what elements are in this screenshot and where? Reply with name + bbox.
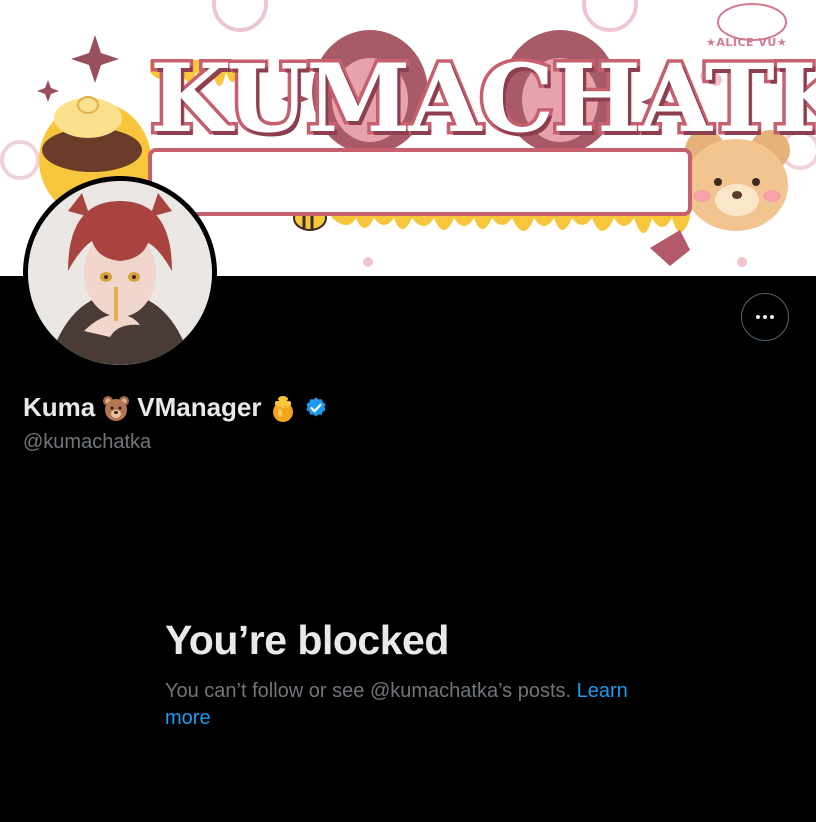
bear-face-icon — [103, 395, 130, 421]
display-name-part2: VManager — [137, 392, 262, 422]
display-name-part1: Kuma — [23, 392, 96, 422]
profile-handle: @kumachatka — [23, 431, 152, 453]
avatar-image — [28, 181, 212, 365]
banner-title: KUMACHATKA — [147, 44, 816, 154]
avatar[interactable] — [23, 176, 217, 370]
blocked-message-text: You can’t follow or see @kumachatka’s po… — [165, 680, 572, 702]
blocked-message: You can’t follow or see @kumachatka’s po… — [165, 678, 665, 732]
profile-display-name: Kuma VManager — [23, 392, 328, 423]
blocked-title: You’re blocked — [165, 617, 449, 663]
more-options-button[interactable] — [741, 293, 789, 341]
verified-badge-icon[interactable] — [304, 396, 328, 420]
honey-pot-icon — [272, 395, 293, 422]
banner-badge-text: ★ALICE VU★ — [706, 36, 788, 49]
more-options-icon — [756, 315, 774, 319]
